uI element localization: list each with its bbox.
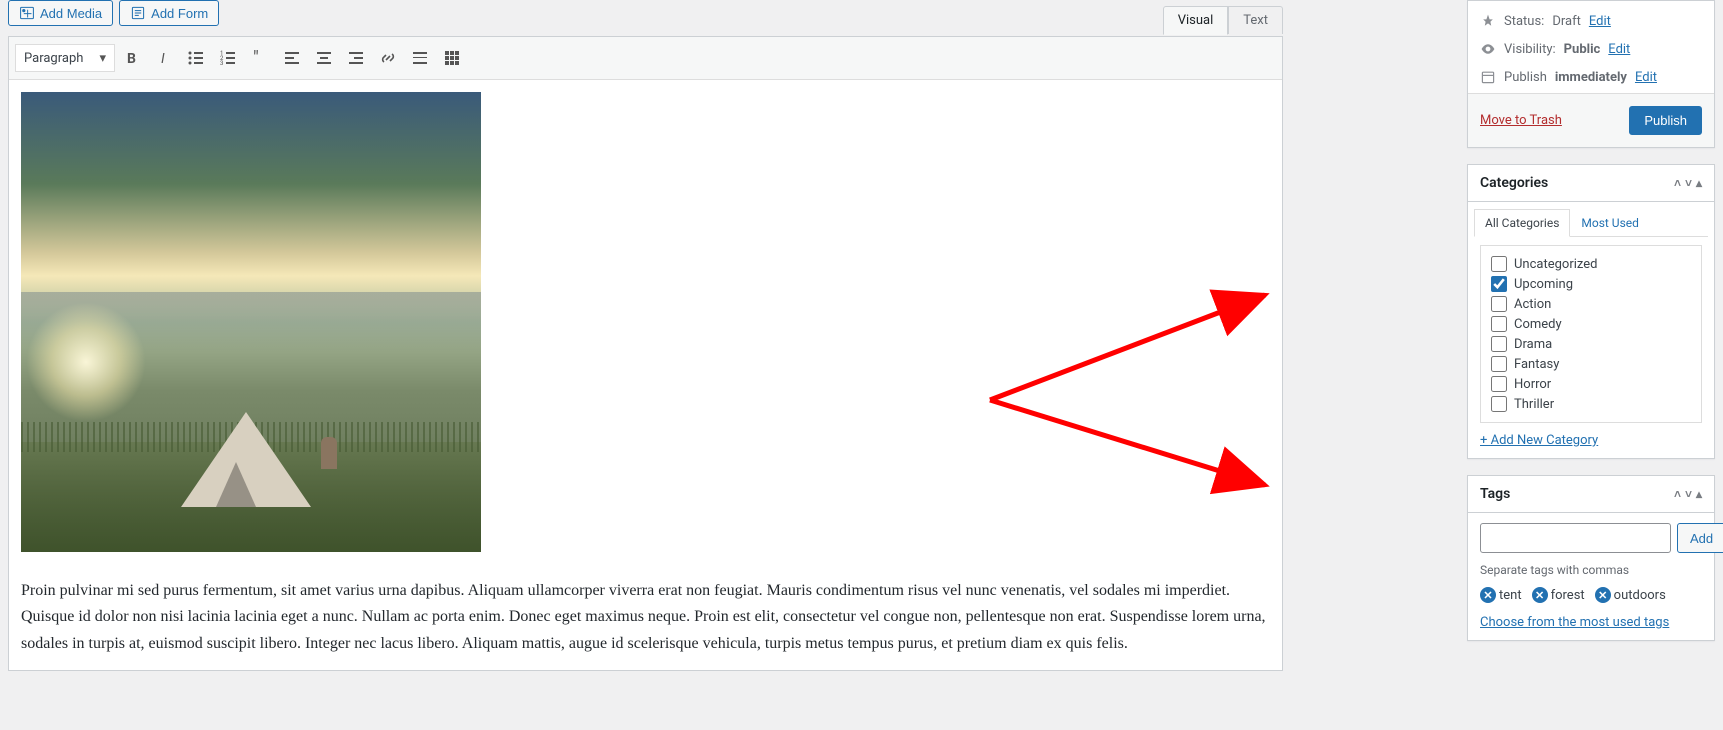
box-move-down-icon[interactable]: ˅ — [1685, 176, 1692, 190]
align-center-button[interactable] — [309, 43, 339, 73]
category-item[interactable]: Drama — [1491, 334, 1691, 354]
category-label: Horror — [1514, 377, 1551, 392]
tag-chip: ✕tent — [1480, 587, 1522, 603]
italic-button[interactable]: I — [149, 43, 179, 73]
add-media-label: Add Media — [40, 6, 102, 21]
tag-chip: ✕forest — [1532, 587, 1585, 603]
category-label: Uncategorized — [1514, 257, 1597, 272]
categories-title: Categories — [1480, 175, 1548, 191]
all-categories-tab[interactable]: All Categories — [1474, 209, 1570, 237]
content-image[interactable] — [21, 92, 481, 552]
box-toggle-icon[interactable]: ▴ — [1696, 487, 1702, 501]
category-item[interactable]: Fantasy — [1491, 354, 1691, 374]
edit-schedule-link[interactable]: Edit — [1635, 70, 1657, 85]
remove-tag-icon[interactable]: ✕ — [1480, 587, 1496, 603]
category-item[interactable]: Upcoming — [1491, 274, 1691, 294]
format-dropdown[interactable]: Paragraph — [15, 44, 115, 72]
remove-tag-icon[interactable]: ✕ — [1532, 587, 1548, 603]
tag-label: outdoors — [1614, 588, 1666, 603]
categories-box: Categories ˄ ˅ ▴ All Categories Most Use… — [1467, 164, 1715, 459]
tags-title: Tags — [1480, 486, 1510, 502]
publish-box: Status: Draft Edit Visibility: Public Ed… — [1467, 0, 1715, 148]
add-tag-button[interactable]: Add — [1677, 523, 1723, 553]
visibility-icon — [1480, 41, 1496, 57]
category-label: Fantasy — [1514, 357, 1559, 372]
bold-button[interactable]: B — [117, 43, 147, 73]
calendar-icon — [1480, 69, 1496, 85]
form-icon — [130, 5, 146, 21]
editor-toolbar: Paragraph B I 123 " — [9, 37, 1282, 80]
category-checkbox[interactable] — [1491, 376, 1507, 392]
category-label: Action — [1514, 297, 1551, 312]
category-item[interactable]: Thriller — [1491, 394, 1691, 414]
tags-input[interactable] — [1480, 523, 1671, 553]
editor-body[interactable]: Proin pulvinar mi sed purus fermentum, s… — [9, 80, 1282, 670]
category-checkbox[interactable] — [1491, 256, 1507, 272]
add-form-button[interactable]: Add Form — [119, 0, 219, 26]
tag-chip: ✕outdoors — [1595, 587, 1666, 603]
category-checkbox[interactable] — [1491, 316, 1507, 332]
svg-text:I: I — [161, 51, 165, 67]
toolbar-toggle-button[interactable] — [437, 43, 467, 73]
numbered-list-button[interactable]: 123 — [213, 43, 243, 73]
category-label: Upcoming — [1514, 277, 1573, 292]
svg-text:": " — [253, 48, 259, 68]
category-item[interactable]: Action — [1491, 294, 1691, 314]
tags-help-text: Separate tags with commas — [1480, 563, 1702, 577]
category-label: Thriller — [1514, 397, 1554, 412]
editor-container: Visual Text Paragraph B I 123 " — [8, 36, 1283, 671]
choose-most-used-tags-link[interactable]: Choose from the most used tags — [1480, 615, 1669, 630]
box-toggle-icon[interactable]: ▴ — [1696, 176, 1702, 190]
tag-label: tent — [1499, 588, 1522, 603]
category-item[interactable]: Uncategorized — [1491, 254, 1691, 274]
category-checkbox[interactable] — [1491, 356, 1507, 372]
category-label: Comedy — [1514, 317, 1562, 332]
move-to-trash-link[interactable]: Move to Trash — [1480, 113, 1562, 128]
bullet-list-button[interactable] — [181, 43, 211, 73]
category-checkbox[interactable] — [1491, 296, 1507, 312]
content-paragraph[interactable]: Proin pulvinar mi sed purus fermentum, s… — [21, 578, 1270, 657]
category-item[interactable]: Comedy — [1491, 314, 1691, 334]
publish-button[interactable]: Publish — [1629, 106, 1702, 135]
media-icon — [19, 5, 35, 21]
read-more-button[interactable] — [405, 43, 435, 73]
box-move-up-icon[interactable]: ˄ — [1674, 487, 1681, 501]
edit-visibility-link[interactable]: Edit — [1608, 42, 1630, 57]
category-label: Drama — [1514, 337, 1552, 352]
tag-label: forest — [1551, 588, 1585, 603]
link-button[interactable] — [373, 43, 403, 73]
align-left-button[interactable] — [277, 43, 307, 73]
add-new-category-link[interactable]: + Add New Category — [1480, 433, 1598, 448]
category-item[interactable]: Horror — [1491, 374, 1691, 394]
edit-status-link[interactable]: Edit — [1589, 14, 1611, 29]
align-right-button[interactable] — [341, 43, 371, 73]
add-media-button[interactable]: Add Media — [8, 0, 113, 26]
most-used-tab[interactable]: Most Used — [1570, 209, 1650, 237]
box-move-down-icon[interactable]: ˅ — [1685, 487, 1692, 501]
tags-box: Tags ˄ ˅ ▴ Add Separate tags with commas… — [1467, 475, 1715, 641]
tab-visual[interactable]: Visual — [1163, 6, 1229, 35]
blockquote-button[interactable]: " — [245, 43, 275, 73]
category-checkbox[interactable] — [1491, 336, 1507, 352]
pin-icon — [1480, 13, 1496, 29]
category-checkbox[interactable] — [1491, 396, 1507, 412]
remove-tag-icon[interactable]: ✕ — [1595, 587, 1611, 603]
svg-text:3: 3 — [220, 60, 223, 67]
add-form-label: Add Form — [151, 6, 208, 21]
category-checkbox[interactable] — [1491, 276, 1507, 292]
category-list[interactable]: Uncategorized Upcoming Action Comedy Drama Fa… — [1480, 245, 1702, 423]
box-move-up-icon[interactable]: ˄ — [1674, 176, 1681, 190]
svg-text:B: B — [127, 51, 136, 67]
tab-text[interactable]: Text — [1228, 6, 1283, 34]
